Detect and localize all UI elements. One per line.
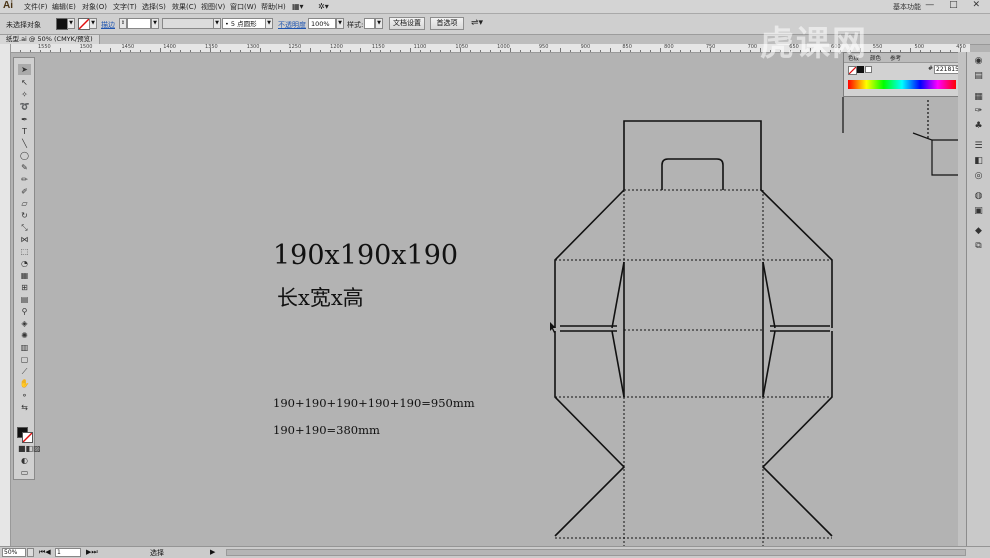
left-shoulder bbox=[554, 189, 625, 328]
slice-tool-icon[interactable]: ⟋ bbox=[18, 366, 31, 377]
status-menu-arrow-icon[interactable]: ▶ bbox=[210, 548, 215, 556]
none-color-icon bbox=[849, 67, 856, 74]
status-bar: 50% ⏮◀ 1 ▶⏭ 选择 ▶ bbox=[0, 546, 990, 558]
length-formula: 190+190+190+190+190=950mm bbox=[273, 396, 475, 410]
gradient-tool-icon[interactable]: ▤ bbox=[18, 294, 31, 305]
line-tool-icon[interactable]: ╲ bbox=[18, 138, 31, 149]
watermark-logo: 虎课网 bbox=[760, 24, 868, 64]
top-flap-outline bbox=[623, 120, 762, 190]
panel-white-swatch[interactable] bbox=[865, 66, 872, 73]
stroke-dock-icon[interactable]: ☰ bbox=[972, 141, 985, 152]
right-lower-panel bbox=[761, 331, 833, 537]
layers-dock-icon[interactable]: ◆ bbox=[972, 226, 985, 237]
swap-colors-icon[interactable]: ⇆ bbox=[18, 402, 31, 413]
color-spectrum-bar[interactable] bbox=[848, 80, 956, 89]
artboards-dock-icon[interactable]: ⧉ bbox=[972, 241, 985, 252]
mesh-tool-icon[interactable]: ⊞ bbox=[18, 282, 31, 293]
paintbrush-tool-icon[interactable]: ✎ bbox=[18, 162, 31, 173]
lasso-tool-icon[interactable]: ➰ bbox=[18, 101, 31, 112]
hand-tool-icon[interactable]: ✋ bbox=[18, 378, 31, 389]
left-lower-panel bbox=[554, 331, 626, 537]
artboard-canvas[interactable]: 190x190x190 长x宽x高 190+190+190+190+190=95… bbox=[0, 0, 990, 557]
box-dieline bbox=[554, 120, 833, 557]
next-artboard-icon[interactable]: ▶⏭ bbox=[86, 548, 98, 557]
panel-black-swatch[interactable] bbox=[857, 66, 864, 73]
ellipse-tool-icon[interactable]: ◯ bbox=[18, 150, 31, 161]
partial-shape bbox=[912, 132, 960, 176]
zoom-level-field[interactable]: 50% bbox=[2, 548, 26, 557]
zoom-dropdown[interactable] bbox=[27, 548, 34, 557]
tab-color-guide[interactable]: 参考 bbox=[890, 54, 901, 62]
scale-tool-icon[interactable]: ⤡ bbox=[18, 222, 31, 233]
width-tool-icon[interactable]: ⋈ bbox=[18, 234, 31, 245]
swatches-dock-icon[interactable]: ▦ bbox=[972, 92, 985, 103]
horizontal-scrollbar[interactable] bbox=[226, 549, 966, 556]
handle-cutout bbox=[661, 158, 724, 190]
blob-brush-tool-icon[interactable]: ✐ bbox=[18, 186, 31, 197]
pen-tool-icon[interactable]: ✒ bbox=[18, 114, 31, 125]
zoom-tool-icon[interactable]: ⚬ bbox=[18, 390, 31, 401]
dimension-subheading: 长x宽x高 bbox=[277, 286, 364, 310]
color-guide-dock-icon[interactable]: ▤ bbox=[972, 71, 985, 82]
rotate-tool-icon[interactable]: ↻ bbox=[18, 210, 31, 221]
color-panel-dock-icon[interactable]: ◉ bbox=[972, 56, 985, 67]
column-graph-tool-icon[interactable]: ▥ bbox=[18, 342, 31, 353]
direct-selection-tool-icon[interactable]: ↖ bbox=[18, 77, 31, 88]
artboard-tool-icon[interactable]: ▢ bbox=[18, 354, 31, 365]
symbol-sprayer-tool-icon[interactable]: ✺ bbox=[18, 330, 31, 341]
vertical-scrollbar[interactable] bbox=[958, 52, 966, 546]
transparency-dock-icon[interactable]: ◎ bbox=[972, 171, 985, 182]
free-transform-tool-icon[interactable]: ⬚ bbox=[18, 246, 31, 257]
gradient-dock-icon[interactable]: ◧ bbox=[972, 156, 985, 167]
symbols-dock-icon[interactable]: ♣ bbox=[972, 121, 985, 132]
eyedropper-tool-icon[interactable]: ⚲ bbox=[18, 306, 31, 317]
panel-no-color-swatch[interactable] bbox=[848, 66, 857, 75]
blend-tool-icon[interactable]: ◈ bbox=[18, 318, 31, 329]
right-panel-dock: ◉ ▤ ▦ ✑ ♣ ☰ ◧ ◎ ◍ ▣ ◆ ⧉ bbox=[966, 52, 990, 546]
brushes-dock-icon[interactable]: ✑ bbox=[972, 106, 985, 117]
magic-wand-tool-icon[interactable]: ✧ bbox=[18, 89, 31, 100]
selection-tool-icon[interactable]: ➤ bbox=[18, 64, 31, 75]
tools-panel: ➤ ↖ ✧ ➰ ✒ T ╲ ◯ ✎ ✏ ✐ ▱ ↻ ⤡ ⋈ ⬚ ◔ ▦ ⊞ ▤ … bbox=[13, 57, 41, 480]
width-formula: 190+190=380mm bbox=[273, 423, 380, 437]
hex-input[interactable]: 221815 bbox=[934, 65, 960, 74]
dimension-heading: 190x190x190 bbox=[273, 240, 458, 271]
eraser-tool-icon[interactable]: ▱ bbox=[18, 198, 31, 209]
perspective-grid-tool-icon[interactable]: ▦ bbox=[18, 270, 31, 281]
pencil-tool-icon[interactable]: ✏ bbox=[18, 174, 31, 185]
first-artboard-icon[interactable]: ⏮◀ bbox=[39, 548, 51, 557]
tab-color[interactable]: 颜色 bbox=[870, 54, 881, 62]
no-stroke-indicator-icon bbox=[23, 433, 32, 442]
partial-artwork-right bbox=[842, 97, 960, 176]
hex-prefix: # bbox=[928, 65, 934, 72]
artboard-number-field[interactable]: 1 bbox=[55, 548, 81, 557]
color-mode-icons[interactable]: ■◧▨ bbox=[18, 443, 41, 454]
screen-mode-icon[interactable]: ▭ bbox=[18, 467, 31, 478]
appearance-dock-icon[interactable]: ◍ bbox=[972, 191, 985, 202]
type-tool-icon[interactable]: T bbox=[18, 126, 31, 137]
right-gusset-wedges bbox=[762, 261, 830, 398]
shape-builder-tool-icon[interactable]: ◔ bbox=[18, 258, 31, 269]
draw-mode-icon[interactable]: ◐ bbox=[18, 455, 31, 466]
graphic-styles-dock-icon[interactable]: ▣ bbox=[972, 206, 985, 217]
left-gusset-wedges bbox=[560, 261, 625, 398]
stroke-color-swatch[interactable] bbox=[22, 432, 33, 443]
